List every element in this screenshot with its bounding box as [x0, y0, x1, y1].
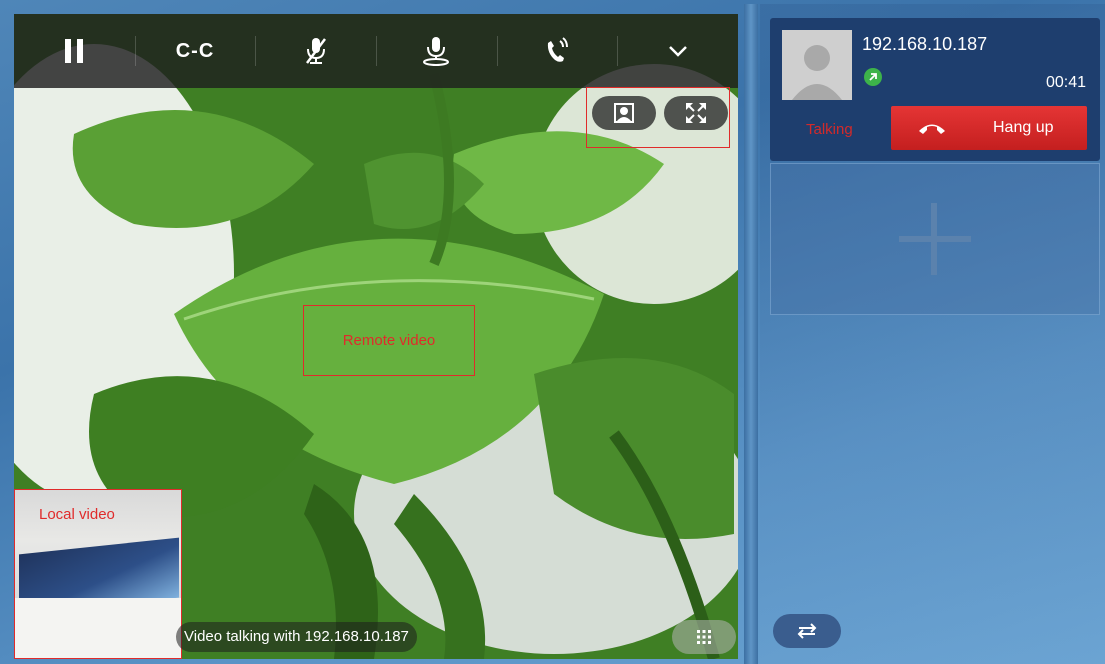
outgoing-call-icon [864, 68, 882, 86]
fullscreen-button[interactable] [664, 96, 728, 130]
avatar [782, 30, 852, 100]
mic-volume-icon [423, 37, 450, 66]
call-transfer-icon [547, 37, 569, 62]
remote-video-label: Remote video [342, 332, 436, 349]
hang-up-button[interactable]: Hang up [891, 106, 1087, 150]
panel-divider [744, 4, 758, 664]
call-state-label: Talking [806, 121, 853, 138]
contact-card-icon [614, 103, 634, 123]
mute-button[interactable] [255, 14, 376, 88]
dialpad-icon [697, 630, 711, 644]
switch-call-button[interactable] [773, 614, 841, 648]
conference-button[interactable]: C-C [134, 14, 256, 88]
transfer-call-button[interactable] [496, 14, 618, 88]
add-call-button[interactable] [770, 163, 1100, 315]
dialpad-button[interactable] [672, 620, 736, 654]
call-toolbar: C-C [14, 14, 738, 88]
active-call-card[interactable]: 192.168.10.187 00:41 Talking Hang up [770, 18, 1100, 161]
contact-card-button[interactable] [592, 96, 656, 130]
local-video-preview[interactable]: Local video [14, 489, 182, 659]
caller-address: 192.168.10.187 [862, 34, 988, 54]
hold-button[interactable] [14, 14, 135, 88]
local-video-label: Local video [39, 506, 115, 523]
swap-arrows-icon [797, 623, 817, 639]
mic-mute-icon [305, 38, 326, 64]
audio-output-button[interactable] [376, 14, 497, 88]
remote-video-annotation: Remote video [303, 305, 475, 376]
hang-up-label: Hang up [993, 119, 1054, 136]
chevron-down-icon [668, 46, 687, 57]
call-timer: 00:41 [1046, 74, 1087, 91]
pause-icon [65, 39, 84, 63]
fullscreen-icon [686, 103, 706, 123]
phone-hangup-icon [919, 124, 945, 134]
remote-video-view[interactable]: C-C Remote video Local video Video talki… [14, 14, 738, 659]
contact-avatar-icon [782, 30, 852, 100]
plus-icon [899, 203, 971, 275]
conference-icon: C-C [175, 39, 215, 62]
call-status-text: Video talking with 192.168.10.187 [176, 622, 417, 652]
more-button[interactable] [617, 14, 738, 88]
